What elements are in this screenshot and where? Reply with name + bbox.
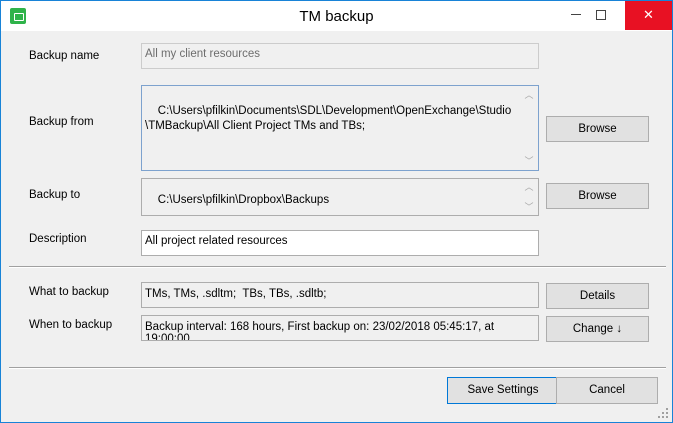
backup-to-field[interactable]: C:\Users\pfilkin\Dropbox\Backups ︿ ﹀ bbox=[141, 178, 539, 216]
what-to-backup-label: What to backup bbox=[29, 286, 109, 298]
footer-divider bbox=[9, 367, 666, 369]
close-button[interactable]: ✕ bbox=[625, 1, 672, 30]
cancel-button[interactable]: Cancel bbox=[556, 377, 658, 404]
save-settings-button[interactable]: Save Settings bbox=[447, 377, 559, 404]
change-schedule-button[interactable]: Change ↓ bbox=[546, 316, 649, 342]
backup-name-label: Backup name bbox=[29, 50, 100, 62]
backup-from-scrollbar[interactable]: ︿ ﹀ bbox=[521, 87, 537, 169]
backup-from-label: Backup from bbox=[29, 116, 94, 128]
scroll-up-icon[interactable]: ︿ bbox=[521, 181, 537, 193]
description-field[interactable]: All project related resources bbox=[141, 230, 539, 256]
resize-grip-icon[interactable] bbox=[658, 408, 668, 418]
maximize-icon bbox=[596, 9, 606, 20]
backup-from-text: C:\Users\pfilkin\Documents\SDL\Developme… bbox=[145, 105, 512, 132]
backup-to-label: Backup to bbox=[29, 189, 81, 201]
scroll-up-icon[interactable]: ︿ bbox=[521, 89, 537, 101]
backup-to-scrollbar[interactable]: ︿ ﹀ bbox=[521, 180, 537, 214]
backup-from-field[interactable]: C:\Users\pfilkin\Documents\SDL\Developme… bbox=[141, 85, 539, 171]
backup-name-field[interactable]: All my client resources bbox=[141, 43, 539, 69]
backup-to-text: C:\Users\pfilkin\Dropbox\Backups bbox=[157, 194, 330, 206]
description-label: Description bbox=[29, 233, 87, 245]
tm-backup-window: TM backup ✕ Backup name All my client re… bbox=[0, 0, 673, 423]
scroll-down-icon[interactable]: ﹀ bbox=[521, 155, 537, 167]
browse-to-button[interactable]: Browse bbox=[546, 183, 649, 209]
scroll-down-icon[interactable]: ﹀ bbox=[521, 201, 537, 213]
maximize-button[interactable] bbox=[578, 1, 624, 30]
section-divider bbox=[9, 266, 666, 268]
title-bar[interactable]: TM backup ✕ bbox=[1, 1, 672, 31]
what-to-backup-field[interactable]: TMs, TMs, .sdltm; TBs, TBs, .sdltb; bbox=[141, 282, 539, 308]
close-icon: ✕ bbox=[643, 7, 654, 22]
when-to-backup-label: When to backup bbox=[29, 319, 113, 331]
browse-from-button[interactable]: Browse bbox=[546, 116, 649, 142]
details-button[interactable]: Details bbox=[546, 283, 649, 309]
when-to-backup-field[interactable]: Backup interval: 168 hours, First backup… bbox=[141, 315, 539, 341]
